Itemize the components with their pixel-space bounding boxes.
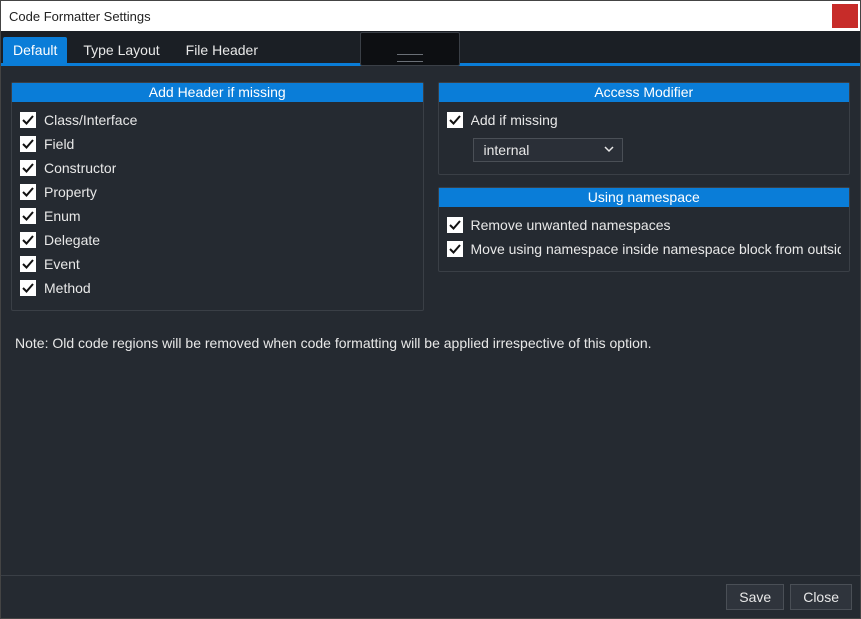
checkbox-icon (20, 232, 36, 248)
check-label: Add if missing (471, 112, 558, 128)
panel-header: Using namespace (439, 188, 850, 207)
tab-file-header[interactable]: File Header (176, 37, 268, 63)
check-event[interactable]: Event (20, 252, 415, 276)
check-label: Constructor (44, 160, 116, 176)
tab-default[interactable]: Default (3, 37, 67, 63)
save-button[interactable]: Save (726, 584, 784, 610)
checkbox-icon (447, 217, 463, 233)
chevron-down-icon (604, 143, 614, 157)
close-button[interactable]: Close (790, 584, 852, 610)
titlebar: Code Formatter Settings (1, 1, 860, 31)
panel-body: Add if missing internal (439, 102, 850, 174)
checkbox-icon (20, 184, 36, 200)
checkbox-icon (447, 241, 463, 257)
check-property[interactable]: Property (20, 180, 415, 204)
checkbox-icon (20, 280, 36, 296)
check-method[interactable]: Method (20, 276, 415, 300)
tab-content: Add Header if missing Class/Interface Fi… (1, 66, 860, 575)
check-label: Method (44, 280, 91, 296)
client-area: Default Type Layout File Header Add Head… (1, 31, 860, 618)
panel-header: Add Header if missing (12, 83, 423, 102)
checkbox-icon (20, 160, 36, 176)
check-enum[interactable]: Enum (20, 204, 415, 228)
tab-label: File Header (186, 42, 258, 58)
check-label: Move using namespace inside namespace bl… (471, 241, 842, 257)
checkbox-icon (20, 136, 36, 152)
right-column: Access Modifier Add if missing internal (438, 82, 851, 323)
checkbox-icon (447, 112, 463, 128)
check-remove-unwanted-namespaces[interactable]: Remove unwanted namespaces (447, 213, 842, 237)
check-add-if-missing[interactable]: Add if missing (447, 108, 842, 132)
panel-header: Access Modifier (439, 83, 850, 102)
check-label: Remove unwanted namespaces (471, 217, 671, 233)
window-close-button[interactable] (832, 4, 858, 28)
panel-body: Class/Interface Field Constructor (12, 102, 423, 310)
check-label: Enum (44, 208, 81, 224)
tab-type-layout[interactable]: Type Layout (73, 37, 169, 63)
checkbox-icon (20, 256, 36, 272)
check-label: Delegate (44, 232, 100, 248)
check-label: Class/Interface (44, 112, 137, 128)
panel-using-namespace: Using namespace Remove unwanted namespac… (438, 187, 851, 272)
check-label: Property (44, 184, 97, 200)
window-title: Code Formatter Settings (9, 9, 151, 24)
check-field[interactable]: Field (20, 132, 415, 156)
button-label: Save (739, 589, 771, 605)
check-label: Field (44, 136, 74, 152)
left-column: Add Header if missing Class/Interface Fi… (11, 82, 424, 323)
settings-window: Code Formatter Settings Default Type Lay… (0, 0, 861, 619)
tab-label: Default (13, 42, 57, 58)
check-class-interface[interactable]: Class/Interface (20, 108, 415, 132)
tab-label: Type Layout (83, 42, 159, 58)
select-value: internal (484, 142, 530, 158)
panel-access-modifier: Access Modifier Add if missing internal (438, 82, 851, 175)
check-delegate[interactable]: Delegate (20, 228, 415, 252)
panel-add-header: Add Header if missing Class/Interface Fi… (11, 82, 424, 311)
check-move-using-namespace[interactable]: Move using namespace inside namespace bl… (447, 237, 842, 261)
access-modifier-select[interactable]: internal (473, 138, 623, 162)
checkbox-icon (20, 208, 36, 224)
checkbox-icon (20, 112, 36, 128)
check-label: Event (44, 256, 80, 272)
button-label: Close (803, 589, 839, 605)
background-thumbnail (360, 32, 460, 66)
note-text: Note: Old code regions will be removed w… (15, 335, 850, 351)
panel-body: Remove unwanted namespaces Move using na… (439, 207, 850, 271)
check-constructor[interactable]: Constructor (20, 156, 415, 180)
dialog-footer: Save Close (1, 575, 860, 618)
